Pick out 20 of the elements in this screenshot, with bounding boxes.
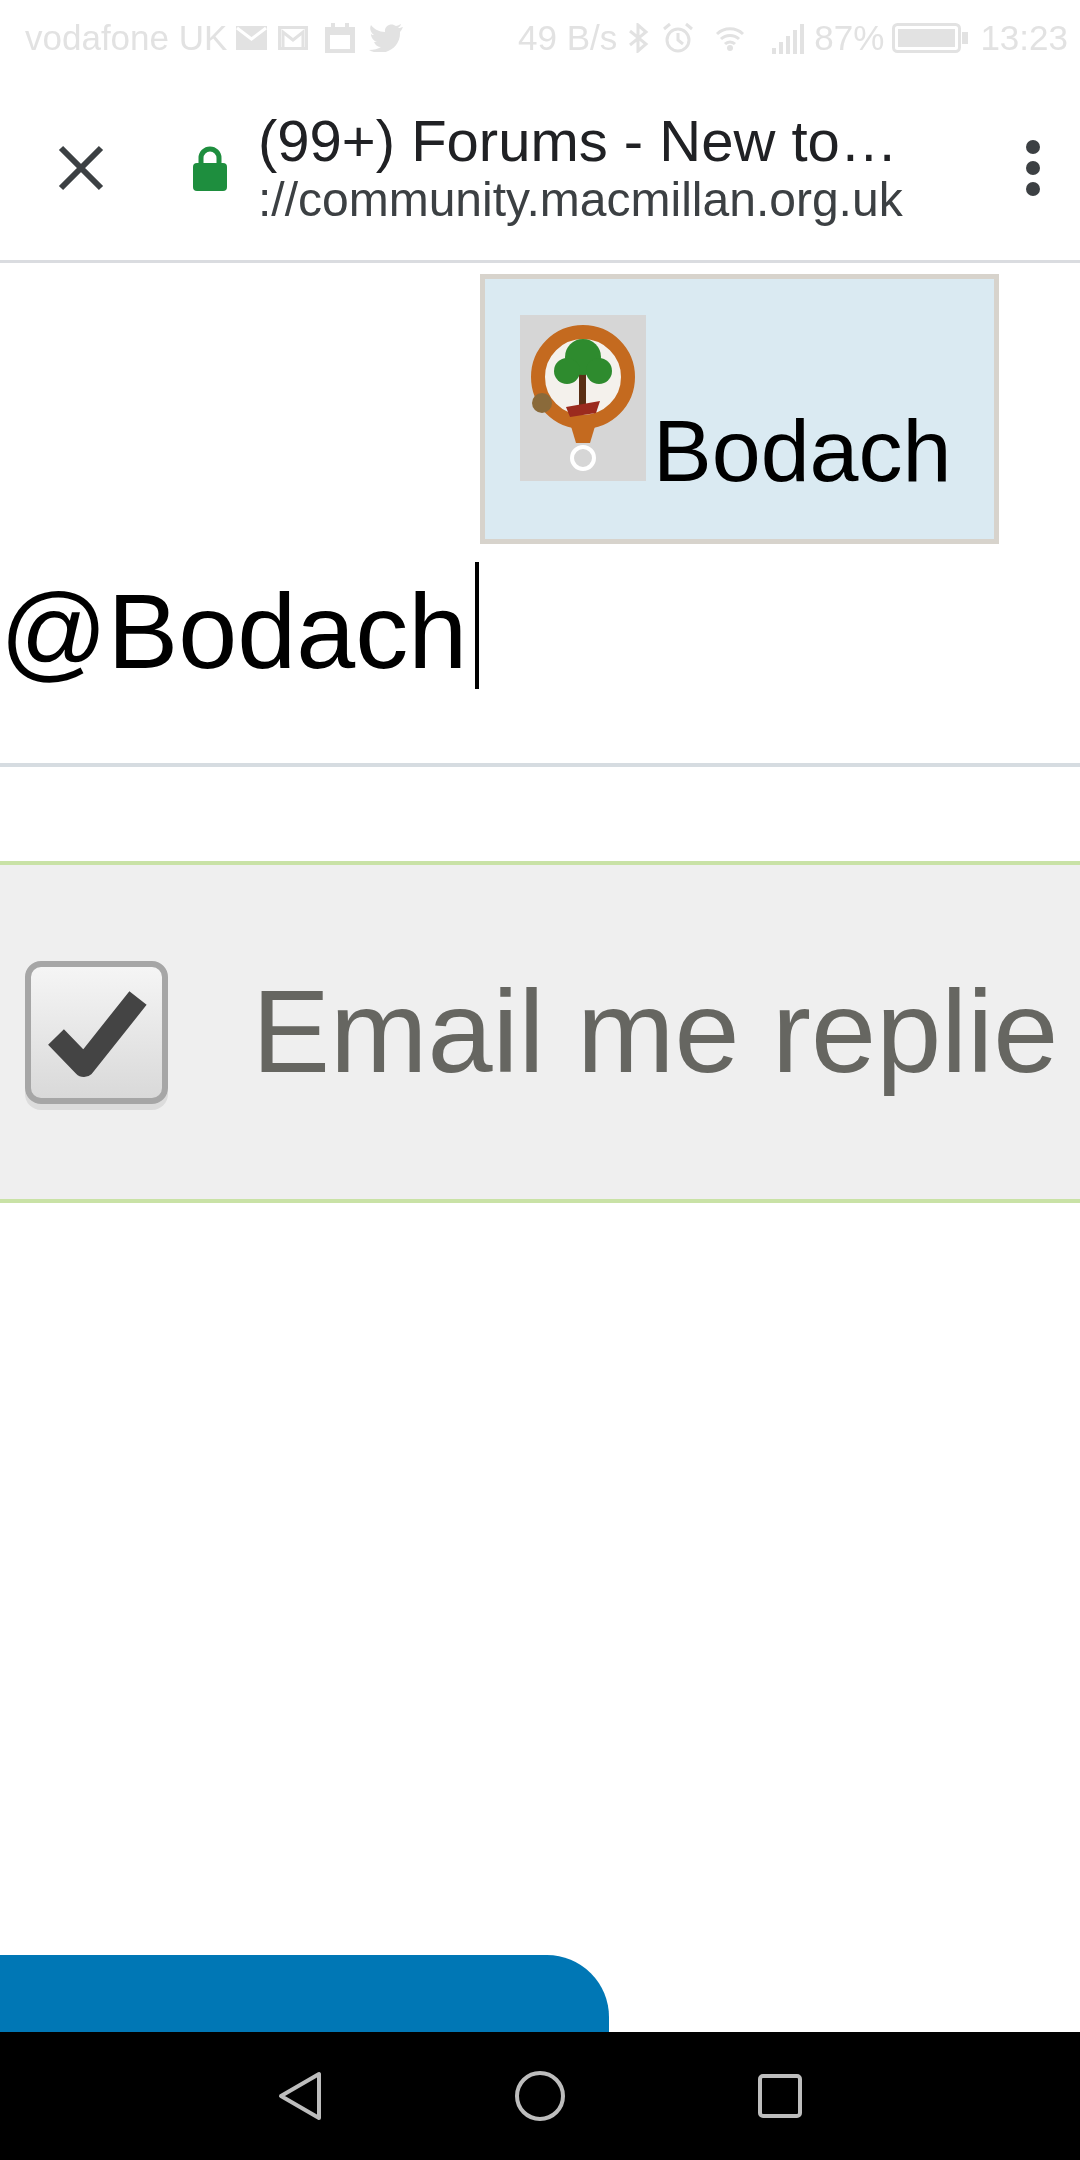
recents-icon[interactable] [758,2074,802,2118]
checkbox-label: Email me replie [252,964,1059,1099]
calendar-icon [325,22,356,53]
envelope-icon [236,25,268,50]
alarm-clock-icon [662,21,695,54]
lock-icon [193,144,227,191]
wifi-icon [715,24,746,51]
mention-suggestion[interactable]: Bodach [485,279,994,539]
page-url: ://community.macmillan.org.uk [258,172,904,227]
signal-icon [772,21,805,54]
menu-icon[interactable] [1026,139,1040,196]
bird-icon [369,23,404,52]
envelope-outline-icon [278,25,309,50]
crest-avatar-icon [520,315,646,481]
home-icon[interactable] [515,2071,565,2121]
battery-icon [892,22,969,53]
back-icon[interactable] [278,2071,322,2121]
close-icon[interactable] [58,144,104,191]
page-title: (99+) Forums - New to… [258,108,899,173]
bluetooth-icon [628,22,650,53]
